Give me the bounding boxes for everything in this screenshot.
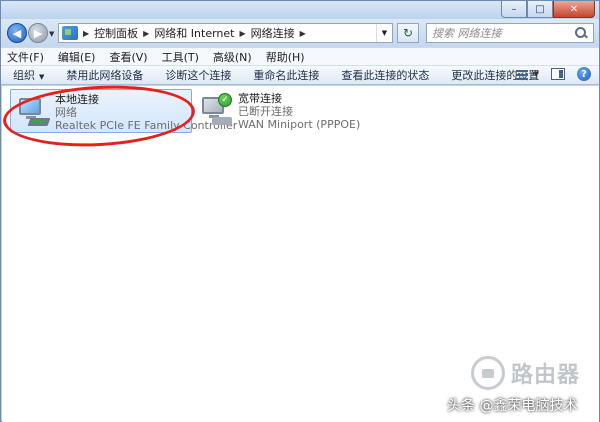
search-icon[interactable] — [573, 26, 589, 40]
menu-file[interactable]: 文件(F) — [7, 49, 44, 65]
ethernet-adapter-icon — [17, 96, 51, 128]
connection-name: 宽带连接 — [238, 92, 282, 105]
search-input[interactable]: 搜索 网络连接 — [427, 25, 573, 41]
chevron-down-icon: ▼ — [39, 73, 45, 81]
menu-tools[interactable]: 工具(T) — [162, 49, 199, 65]
watermark-logo-text: 路由器 — [511, 363, 581, 388]
checkmark-icon: ✓ — [218, 93, 232, 107]
connection-status: 已断开连接 — [238, 105, 293, 118]
address-dropdown[interactable]: ▼ — [376, 24, 392, 42]
chevron-right-icon[interactable]: ▶ — [83, 29, 89, 38]
breadcrumb-control-panel[interactable]: 控制面板 — [94, 25, 138, 41]
organize-label: 组织 — [13, 69, 35, 82]
menu-bar: 文件(F) 编辑(E) 查看(V) 工具(T) 高级(N) 帮助(H) — [1, 47, 599, 65]
title-bar[interactable]: – □ ✕ — [1, 1, 599, 19]
menu-help[interactable]: 帮助(H) — [266, 49, 305, 65]
close-button[interactable]: ✕ — [553, 1, 595, 18]
help-icon[interactable]: ? — [577, 67, 591, 81]
connection-broadband[interactable]: ✓ 宽带连接 已断开连接 WAN Miniport (PPPOE) — [194, 89, 364, 133]
connection-local-area[interactable]: 本地连接 网络 Realtek PCIe FE Family Controlle… — [10, 89, 237, 133]
maximize-button[interactable]: □ — [527, 1, 553, 18]
back-button[interactable]: ◀ — [7, 23, 27, 43]
chevron-right-icon[interactable]: ▶ — [240, 29, 246, 38]
address-bar[interactable]: ▶ 控制面板 ▶ 网络和 Internet ▶ 网络连接 ▶ ▼ — [58, 23, 393, 43]
diagnose-button[interactable]: 诊断这个连接 — [165, 67, 231, 83]
watermark-credit: 头条 @鑫荣电脑技术 — [447, 398, 578, 414]
breadcrumb-network-internet[interactable]: 网络和 Internet — [154, 25, 234, 41]
menu-advanced[interactable]: 高级(N) — [213, 49, 252, 65]
chevron-right-icon[interactable]: ▶ — [143, 29, 149, 38]
organize-button[interactable]: 组织 ▼ — [13, 67, 44, 83]
menu-view[interactable]: 查看(V) — [109, 49, 147, 65]
navigation-bar: ◀ ▶ ▼ ▶ 控制面板 ▶ 网络和 Internet ▶ 网络连接 ▶ ▼ ↻… — [1, 19, 599, 47]
search-box[interactable]: 搜索 网络连接 — [426, 23, 594, 43]
disable-device-button[interactable]: 禁用此网络设备 — [66, 67, 143, 83]
broadband-modem-icon: ✓ — [200, 93, 232, 127]
watermark-logo: 路由器 — [471, 353, 593, 393]
menu-edit[interactable]: 编辑(E) — [58, 49, 96, 65]
chevron-right-icon[interactable]: ▶ — [300, 29, 306, 38]
network-folder-icon — [62, 26, 78, 40]
breadcrumb-network-connections[interactable]: 网络连接 — [251, 25, 295, 41]
explorer-window: – □ ✕ ◀ ▶ ▼ ▶ 控制面板 ▶ 网络和 Internet ▶ 网络连接… — [0, 0, 600, 422]
refresh-button[interactable]: ↻ — [397, 23, 419, 43]
command-bar: 组织 ▼ 禁用此网络设备 诊断这个连接 重命名此连接 查看此连接的状态 更改此连接… — [1, 65, 599, 85]
view-dropdown[interactable]: ▼ — [534, 70, 539, 78]
view-tools: ▼ ? — [514, 67, 591, 81]
router-logo-icon — [471, 356, 505, 390]
view-options-icon[interactable] — [514, 67, 530, 81]
caption-buttons: – □ ✕ — [501, 1, 595, 18]
recent-pages-dropdown[interactable]: ▼ — [49, 30, 54, 38]
connection-details: 宽带连接 已断开连接 WAN Miniport (PPPOE) — [238, 92, 360, 131]
view-status-button[interactable]: 查看此连接的状态 — [341, 67, 429, 83]
minimize-button[interactable]: – — [501, 1, 527, 18]
rename-button[interactable]: 重命名此连接 — [253, 67, 319, 83]
forward-button[interactable]: ▶ — [28, 23, 48, 43]
preview-pane-icon[interactable] — [551, 68, 565, 80]
connection-device: WAN Miniport (PPPOE) — [238, 118, 361, 131]
